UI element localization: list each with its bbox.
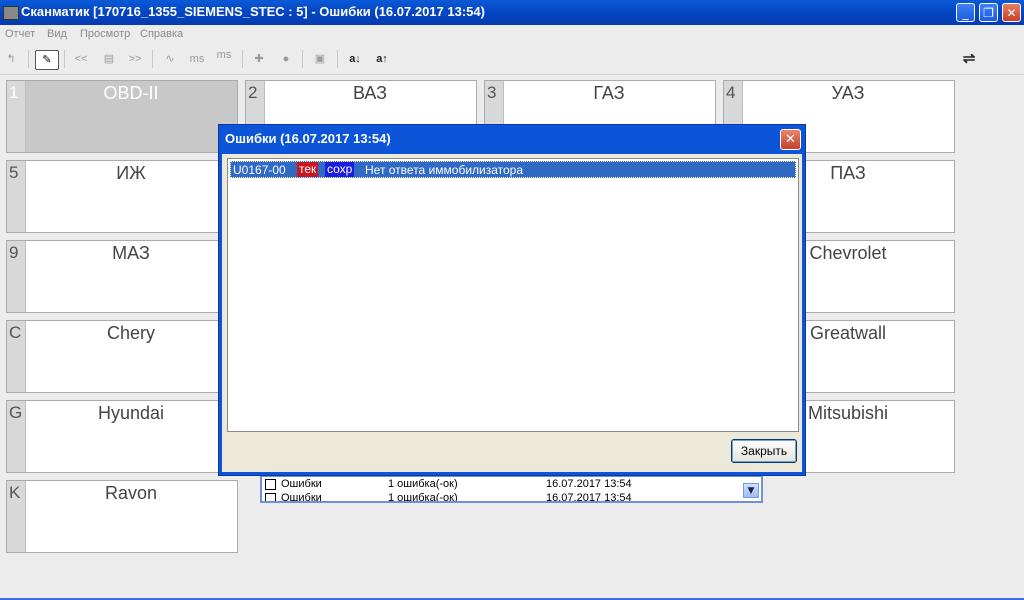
tile-name: ГАЗ	[593, 83, 625, 103]
sort-desc-icon[interactable]: a↑	[372, 50, 392, 68]
row-checkbox[interactable]	[265, 493, 276, 501]
sort-asc-icon[interactable]: a↓	[345, 50, 365, 68]
tile-name: Chery	[106, 323, 155, 343]
list-item[interactable]: Ошибки 1 ошибка(-ок) 16.07.2017 13:54	[262, 478, 742, 491]
dialog-close-button[interactable]: ✕	[780, 129, 801, 150]
toolbar-separator	[28, 50, 29, 68]
tile-key: G	[9, 403, 23, 422]
tile-name: Ravon	[104, 483, 158, 503]
tile-chery[interactable]: C Chery	[6, 320, 238, 393]
tile-key: K	[9, 483, 21, 502]
window-titlebar: Сканматик [170716_1355_SIEMENS_STEC : 5]…	[0, 0, 1024, 25]
current-badge: тек	[297, 162, 319, 177]
minimize-button[interactable]: _	[956, 3, 975, 22]
tile-name: Hyundai	[97, 403, 165, 423]
dialog-title: Ошибки (16.07.2017 13:54)	[225, 131, 391, 146]
row-status: 1 ошибка(-ок)	[388, 478, 458, 490]
menu-browse[interactable]: Просмотр	[80, 28, 130, 40]
tile-obd2[interactable]: 1 OBD-II	[6, 80, 238, 153]
row-type: Ошибки	[281, 478, 322, 490]
tile-key: 5	[9, 163, 19, 182]
row-checkbox[interactable]	[265, 479, 276, 490]
record-icon[interactable]: ●	[276, 50, 296, 68]
app-icon	[3, 6, 19, 20]
toolbar-separator	[302, 50, 303, 68]
prev-icon[interactable]: <<	[71, 50, 91, 68]
tile-key: C	[9, 323, 22, 342]
window-title: Сканматик [170716_1355_SIEMENS_STEC : 5]…	[21, 4, 485, 19]
tile-key: 2	[248, 83, 258, 102]
errors-dialog: Ошибки (16.07.2017 13:54) ✕ U0167-00 тек…	[218, 124, 806, 476]
usb-icon[interactable]: ⇌	[958, 50, 980, 68]
tile-name: OBD-II	[103, 83, 159, 103]
toolbar-separator	[337, 50, 338, 68]
tile-ravon[interactable]: K Ravon	[6, 480, 238, 553]
tile-name: УАЗ	[831, 83, 865, 103]
close-button[interactable]: ✕	[1002, 3, 1021, 22]
edit-icon[interactable]: ✎	[35, 50, 59, 70]
save-icon[interactable]: ▣	[310, 50, 330, 68]
toolbar-separator	[242, 50, 243, 68]
ms-up-icon[interactable]: ms	[213, 46, 235, 64]
tile-key: 1	[9, 83, 19, 102]
tile-key: 3	[487, 83, 497, 102]
list-item[interactable]: Ошибки 1 ошибка(-ок) 16.07.2017 13:54	[262, 492, 742, 503]
next-icon[interactable]: >>	[125, 50, 145, 68]
error-code: U0167-00	[233, 163, 286, 177]
maximize-button[interactable]: ❐	[979, 3, 998, 22]
stored-badge: сохр	[325, 162, 355, 177]
close-dialog-button[interactable]: Закрыть	[731, 439, 797, 463]
tile-key: 4	[726, 83, 736, 102]
cross-icon[interactable]: ✚	[249, 50, 269, 68]
back-icon[interactable]: ↰	[3, 50, 19, 68]
menu-bar: Отчет Вид Просмотр Справка	[0, 25, 1024, 44]
tile-maz[interactable]: 9 МАЗ	[6, 240, 238, 313]
waveform-icon[interactable]: ∿	[160, 50, 180, 68]
menu-help[interactable]: Справка	[140, 28, 183, 40]
tile-name: ИЖ	[116, 163, 146, 183]
error-row[interactable]: U0167-00 тек сохр Нет ответа иммобилизат…	[230, 161, 796, 178]
row-type: Ошибки	[281, 492, 322, 503]
row-date: 16.07.2017 13:54	[546, 492, 632, 503]
toolbar: ↰ ✎ << ▤ >> ∿ ms ms ✚ ● ▣ a↓ a↑ ⇌	[0, 44, 1024, 75]
toolbar-separator	[64, 50, 65, 68]
error-list[interactable]: U0167-00 тек сохр Нет ответа иммобилизат…	[227, 158, 799, 432]
menu-view[interactable]: Вид	[47, 28, 67, 40]
tile-name: МАЗ	[112, 243, 150, 263]
chevron-down-icon[interactable]: ▼	[743, 483, 759, 498]
error-description: Нет ответа иммобилизатора	[365, 163, 524, 177]
dialog-body: U0167-00 тек сохр Нет ответа иммобилизат…	[222, 154, 802, 472]
tile-izh[interactable]: 5 ИЖ	[6, 160, 238, 233]
ms-down-icon[interactable]: ms	[186, 50, 208, 68]
tile-name: ВАЗ	[352, 83, 388, 103]
list-icon[interactable]: ▤	[99, 50, 119, 68]
tile-hyundai[interactable]: G Hyundai	[6, 400, 238, 473]
row-status: 1 ошибка(-ок)	[388, 492, 458, 503]
tile-key: 9	[9, 243, 19, 262]
toolbar-separator	[152, 50, 153, 68]
menu-report[interactable]: Отчет	[5, 28, 35, 40]
session-list[interactable]: Ошибки 1 ошибка(-ок) 16.07.2017 13:54 Ош…	[260, 475, 763, 503]
row-date: 16.07.2017 13:54	[546, 478, 632, 490]
